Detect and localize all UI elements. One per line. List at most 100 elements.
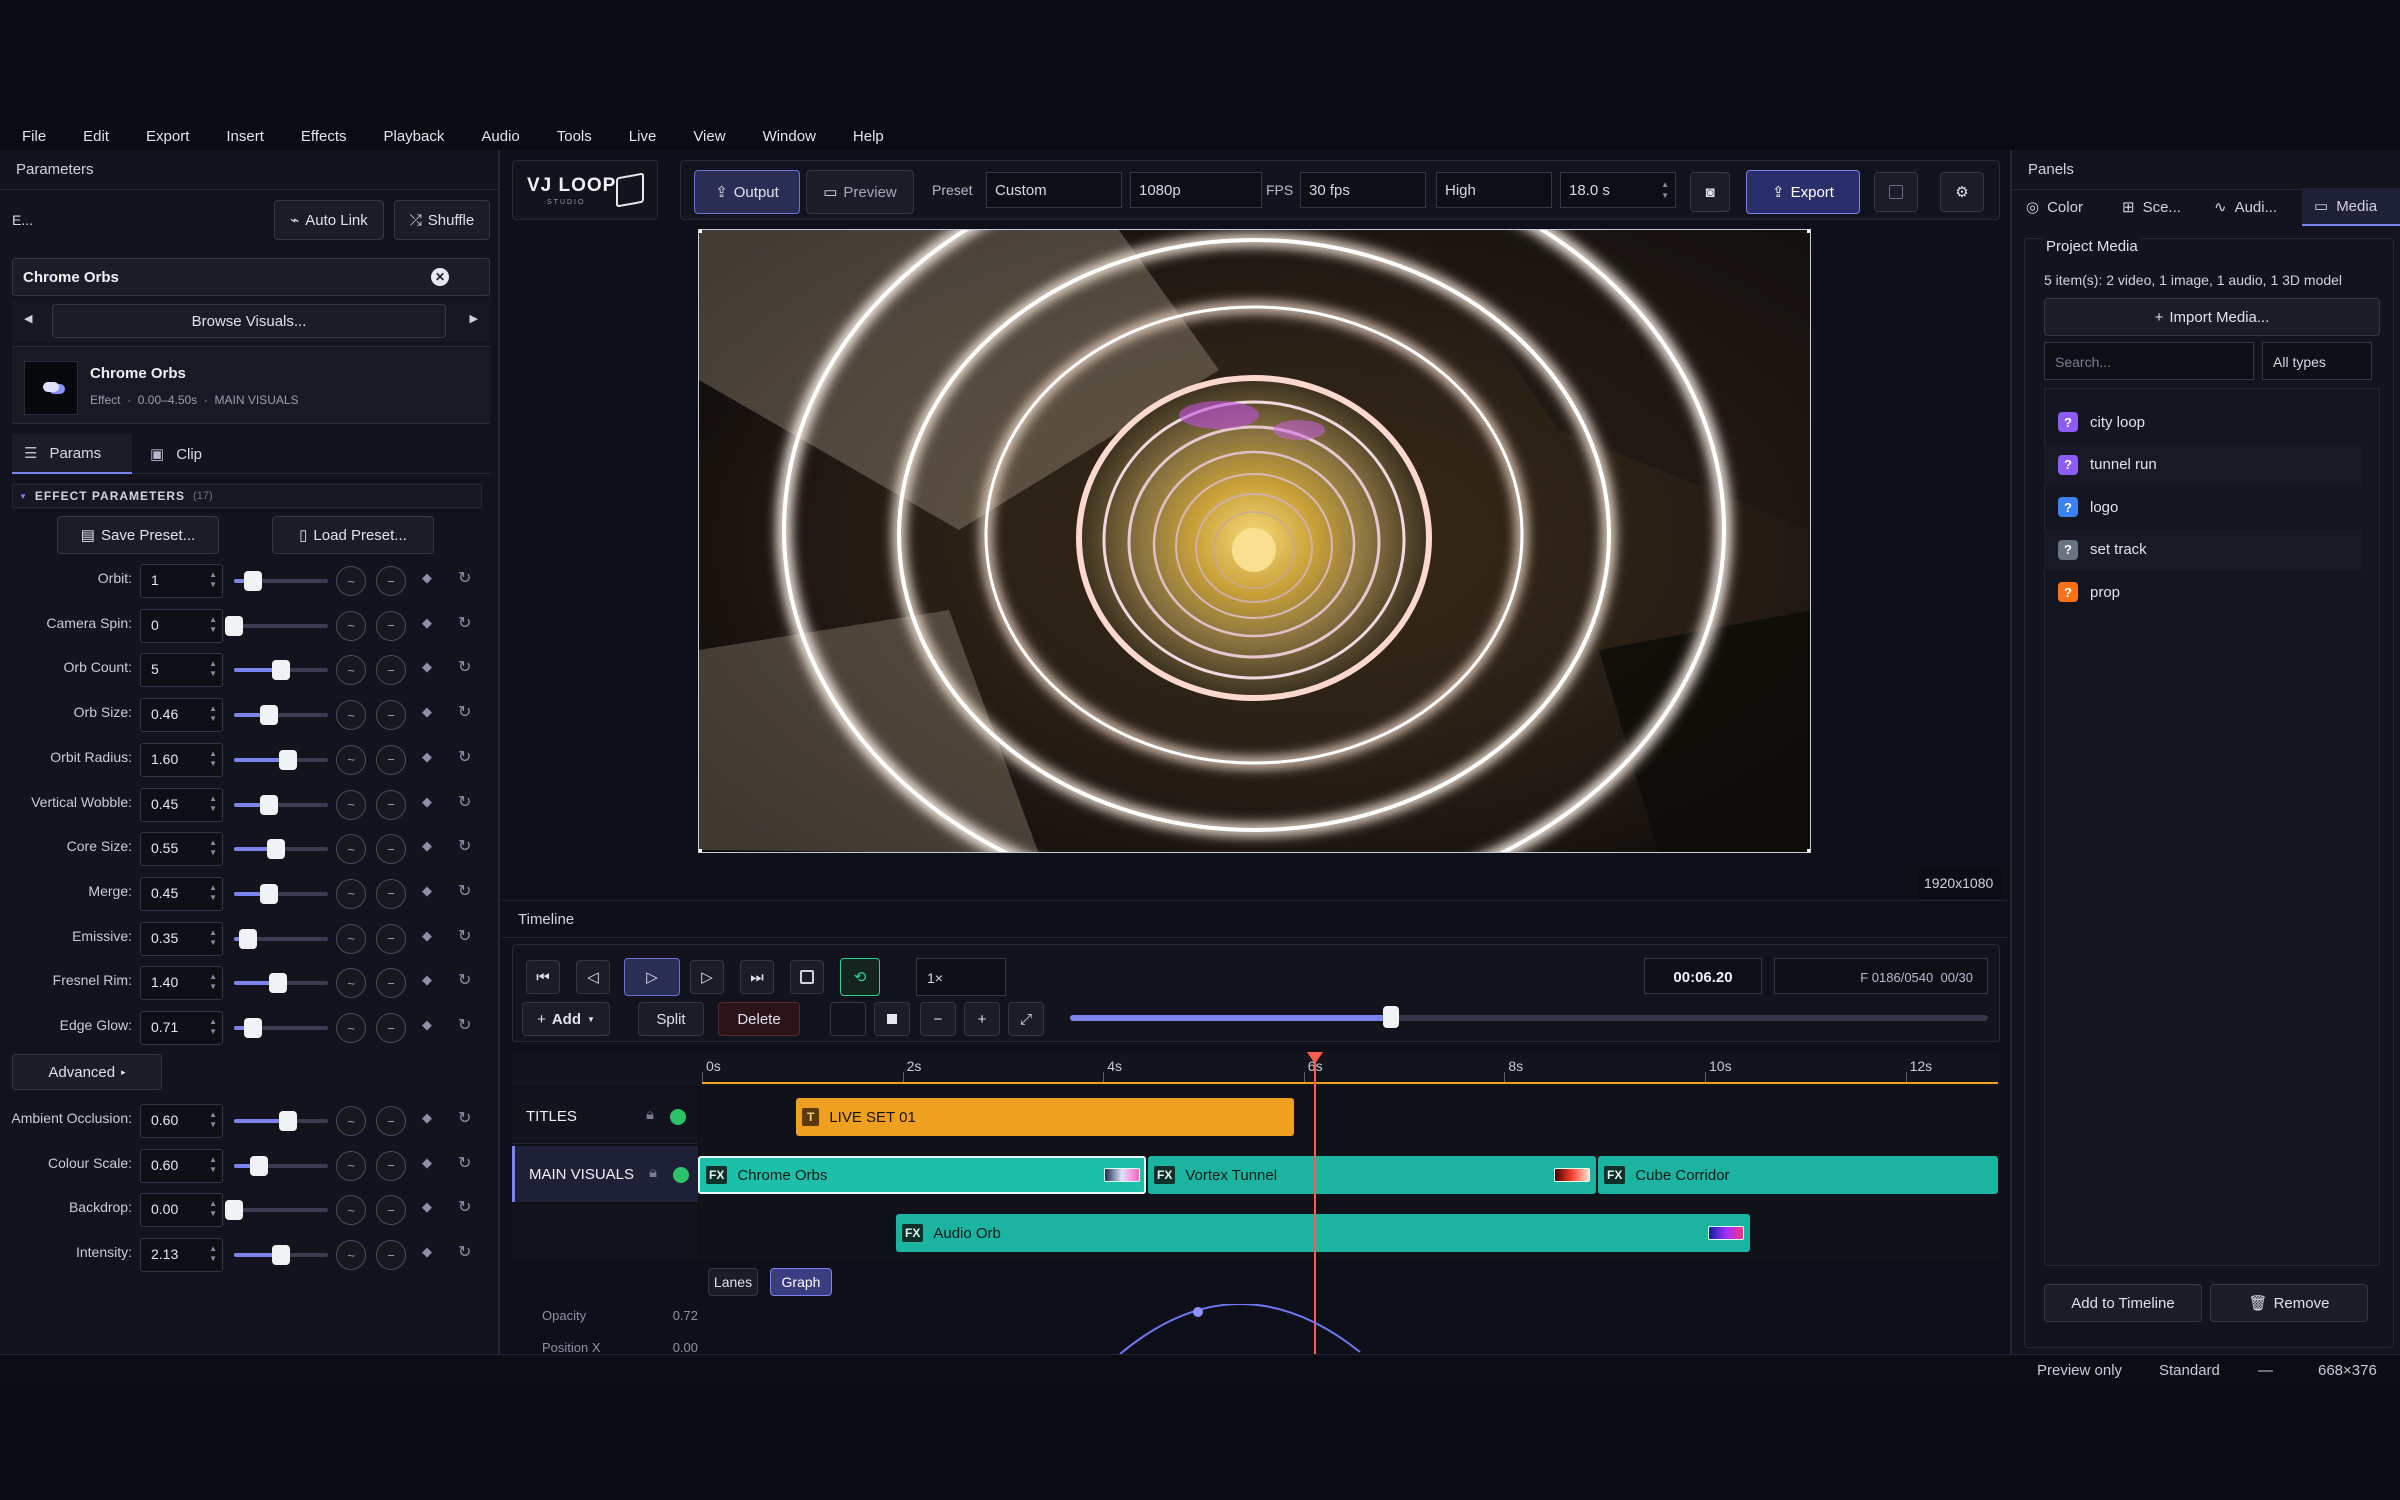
step-back-button[interactable]: ◁ xyxy=(576,960,610,994)
audio-react-button[interactable]: − xyxy=(376,1013,406,1043)
param-value-input[interactable]: 0.45 ▲ ▼ xyxy=(140,787,223,822)
media-search-input[interactable]: Search... xyxy=(2044,342,2254,380)
param-value-input[interactable]: 1.40 ▲ ▼ xyxy=(140,966,223,1001)
param-slider[interactable] xyxy=(234,705,328,726)
reset-icon[interactable]: ↻ xyxy=(458,1108,471,1128)
snap-button[interactable] xyxy=(830,1002,866,1036)
keyframe-icon[interactable]: ◆ xyxy=(422,1017,432,1033)
skip-start-button[interactable]: ⏮ xyxy=(526,960,560,994)
delete-button[interactable]: Delete xyxy=(718,1002,800,1036)
reset-icon[interactable]: ↻ xyxy=(458,1153,471,1173)
menu-item[interactable]: Help xyxy=(853,128,884,145)
param-value-input[interactable]: 0.45 ▲ ▼ xyxy=(140,876,223,911)
reset-icon[interactable]: ↻ xyxy=(458,657,471,677)
fps-select[interactable]: 30 fps xyxy=(1300,172,1426,208)
tab-params[interactable]: ☰ Params xyxy=(12,434,132,474)
audio-react-button[interactable]: − xyxy=(376,878,406,909)
visual-list-item[interactable]: Chrome Orbs Effect · 0.00–4.50s · MAIN V… xyxy=(12,346,490,424)
lfo-button[interactable]: ~ xyxy=(336,968,366,999)
stepper-icon[interactable]: ▲ ▼ xyxy=(209,659,217,679)
effect-parameters-header[interactable]: ▼ EFFECT PARAMETERS (17) xyxy=(12,484,482,508)
selected-visual-bar[interactable]: Chrome Orbs ✕ xyxy=(12,258,490,296)
audio-react-button[interactable]: − xyxy=(376,700,406,731)
param-slider[interactable] xyxy=(225,1200,328,1221)
add-to-timeline-button[interactable]: Add to Timeline xyxy=(2044,1284,2202,1322)
slider-handle[interactable] xyxy=(272,1245,290,1266)
param-slider[interactable] xyxy=(234,794,328,815)
keyframe-icon[interactable]: ◆ xyxy=(422,972,432,988)
stepper-icon[interactable]: ▲ ▼ xyxy=(209,838,217,858)
param-value-input[interactable]: 0.00 ▲ ▼ xyxy=(140,1193,223,1228)
lfo-button[interactable]: ~ xyxy=(336,789,366,820)
param-slider[interactable] xyxy=(234,571,328,591)
tab-color[interactable]: ◎ Color xyxy=(2026,188,2083,226)
menu-item[interactable]: File xyxy=(22,128,46,145)
audio-react-button[interactable]: − xyxy=(376,566,406,596)
settings-button[interactable]: ⚙ xyxy=(1940,172,1984,212)
zoom-in-button[interactable]: + xyxy=(964,1002,1000,1036)
param-value-input[interactable]: 1 ▲ ▼ xyxy=(140,564,223,598)
lfo-button[interactable]: ~ xyxy=(336,1150,366,1181)
param-slider[interactable] xyxy=(234,1018,328,1038)
param-slider[interactable] xyxy=(234,839,328,860)
output-viewer[interactable] xyxy=(698,229,1811,853)
lfo-button[interactable]: ~ xyxy=(336,923,366,954)
tab-scene[interactable]: ⊞ Sce... xyxy=(2122,188,2181,226)
param-slider[interactable] xyxy=(234,749,328,770)
keyframe-icon[interactable]: ◆ xyxy=(422,615,432,631)
slider-handle[interactable] xyxy=(278,1111,297,1131)
shuffle-button[interactable]: ⤮ Shuffle xyxy=(394,200,490,240)
slider-handle[interactable] xyxy=(278,749,297,770)
slider-handle[interactable] xyxy=(225,615,243,636)
stepper-icon[interactable]: ▲ ▼ xyxy=(209,1155,217,1175)
scrub-bar[interactable] xyxy=(1070,1006,1988,1028)
clip-live-set[interactable]: T LIVE SET 01 xyxy=(796,1098,1294,1136)
audio-react-button[interactable]: − xyxy=(376,968,406,999)
stepper-icon[interactable]: ▲ ▼ xyxy=(209,1244,217,1264)
param-value-input[interactable]: 2.13 ▲ ▼ xyxy=(140,1238,223,1273)
stepper-icon[interactable]: ▲ ▼ xyxy=(209,928,217,948)
menu-item[interactable]: Audio xyxy=(481,128,519,145)
clip-audio-orb[interactable]: FX Audio Orb xyxy=(896,1214,1750,1252)
keyframe-icon[interactable]: ◆ xyxy=(422,794,432,810)
param-value-input[interactable]: 0.35 ▲ ▼ xyxy=(140,921,223,956)
resolution-select[interactable]: 1080p xyxy=(1130,172,1262,208)
time-ruler[interactable]: 0s2s4s6s8s10s12s xyxy=(512,1052,2000,1086)
visibility-dot[interactable] xyxy=(673,1167,689,1183)
stepper-icon[interactable]: ▲ ▼ xyxy=(209,1199,217,1219)
snapshot-button[interactable]: ◙ xyxy=(1690,172,1730,212)
param-slider[interactable] xyxy=(234,1155,328,1176)
output-button[interactable]: ⇪ Output xyxy=(694,170,800,214)
keyframe-icon[interactable]: ◆ xyxy=(422,1155,432,1171)
reset-icon[interactable]: ↻ xyxy=(458,926,471,946)
lfo-button[interactable]: ~ xyxy=(336,610,366,641)
remove-button[interactable]: 🗑︎ Remove xyxy=(2210,1284,2368,1322)
media-item[interactable]: ? set track xyxy=(2044,529,2362,570)
save-preset-button[interactable]: ▤ Save Preset... xyxy=(57,516,219,554)
audio-react-button[interactable]: − xyxy=(376,744,406,775)
param-slider[interactable] xyxy=(234,973,328,994)
menu-item[interactable]: Insert xyxy=(226,128,264,145)
export-button[interactable]: ⇪ Export xyxy=(1746,170,1860,214)
slider-handle[interactable] xyxy=(272,660,290,681)
reset-icon[interactable]: ↻ xyxy=(458,613,471,633)
menu-item[interactable]: Window xyxy=(763,128,816,145)
param-slider[interactable] xyxy=(234,1245,328,1266)
clip-cube-corridor[interactable]: FX Cube Corridor xyxy=(1598,1156,1998,1194)
auto-link-button[interactable]: ⌁ Auto Link xyxy=(274,200,384,240)
stepper-icon[interactable]: ▲ ▼ xyxy=(209,570,217,590)
skip-end-button[interactable]: ⏭ xyxy=(740,960,774,994)
menu-item[interactable]: Playback xyxy=(384,128,445,145)
clip-chrome-orbs[interactable]: FX Chrome Orbs xyxy=(698,1156,1146,1194)
keyframe-icon[interactable]: ◆ xyxy=(422,1110,432,1126)
audio-react-button[interactable]: − xyxy=(376,1195,406,1226)
reset-icon[interactable]: ↻ xyxy=(458,1015,471,1035)
audio-react-button[interactable]: − xyxy=(376,1106,406,1136)
param-slider[interactable] xyxy=(234,660,328,681)
close-icon[interactable]: ✕ xyxy=(431,268,449,286)
slider-handle[interactable] xyxy=(243,571,262,591)
audio-react-button[interactable]: − xyxy=(376,789,406,820)
keyframe-icon[interactable]: ◆ xyxy=(422,883,432,899)
lfo-button[interactable]: ~ xyxy=(336,1195,366,1226)
reset-icon[interactable]: ↻ xyxy=(458,1197,471,1217)
